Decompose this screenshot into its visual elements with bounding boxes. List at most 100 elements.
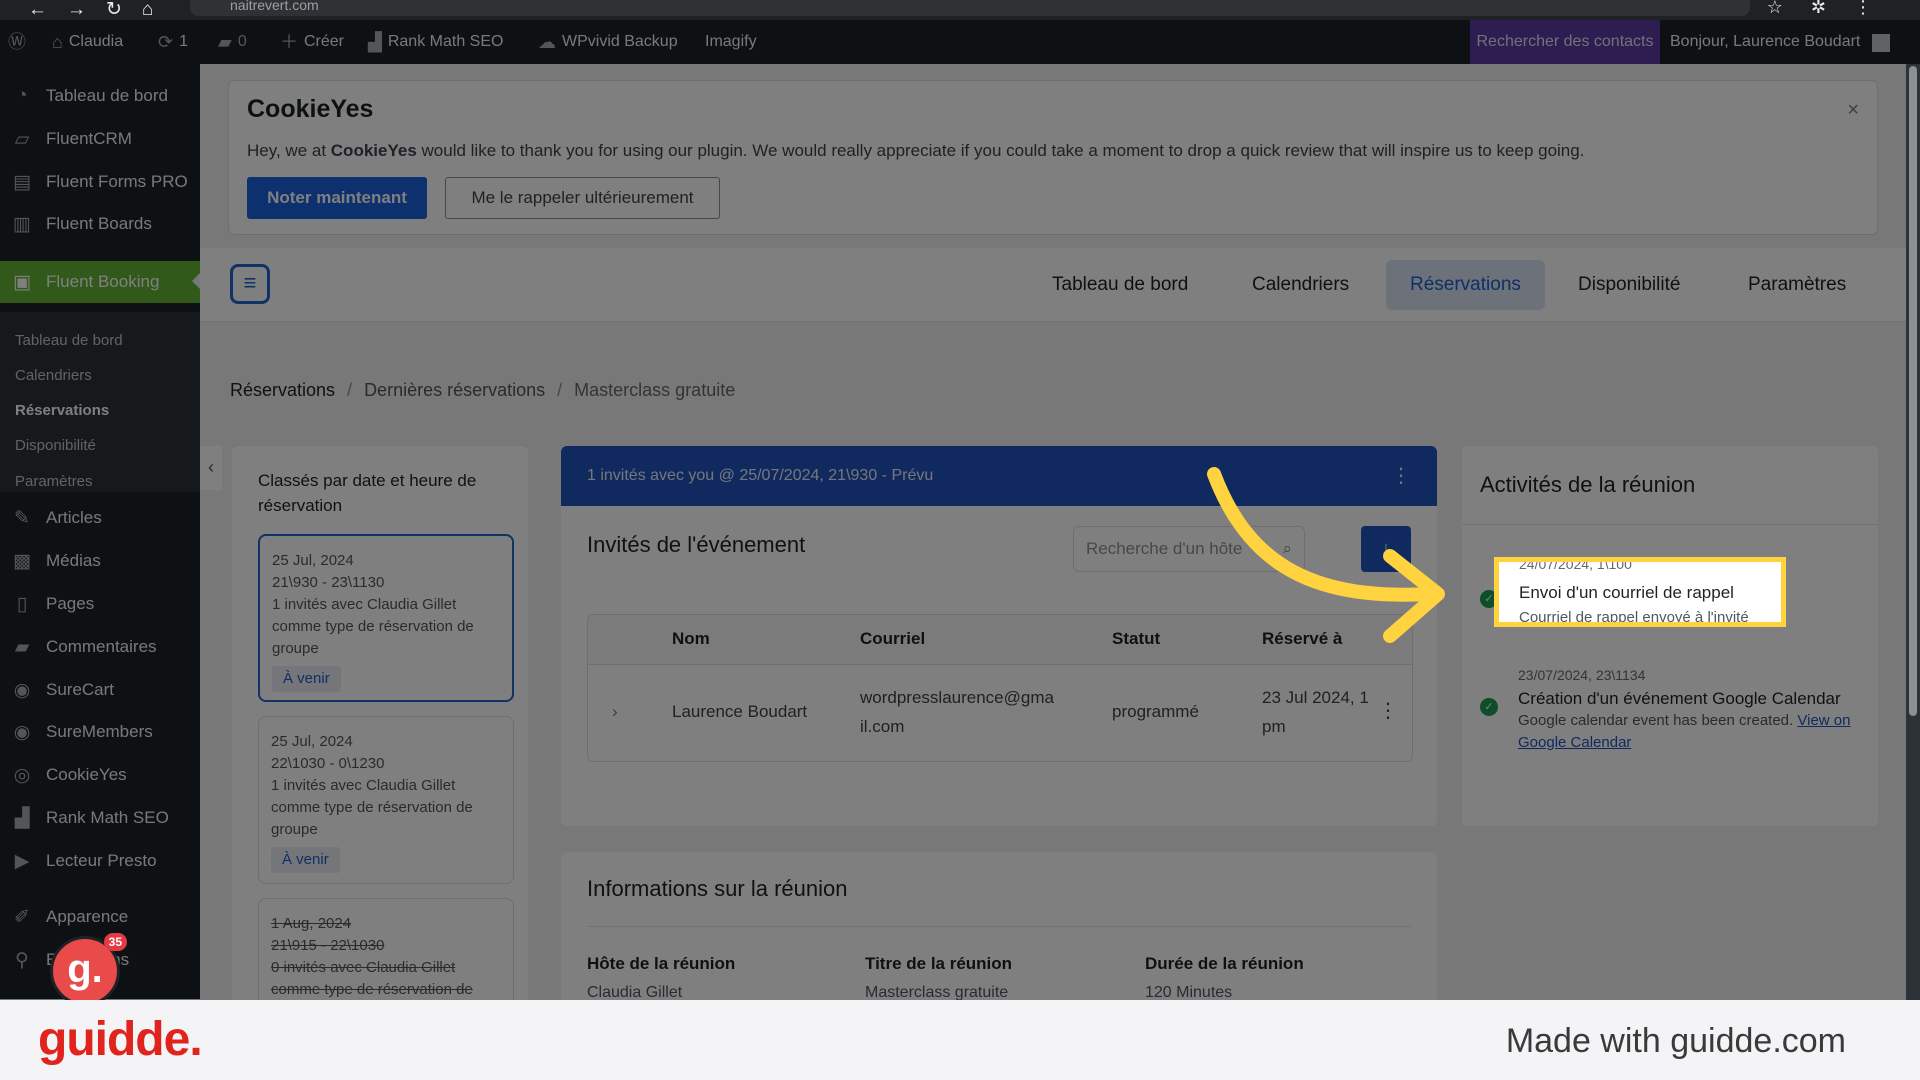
sidebar-item-rankmath[interactable]: ▟ Rank Math SEO — [0, 798, 200, 838]
cloud-icon: ☁ — [538, 32, 556, 52]
breadcrumb-latest[interactable]: Dernières réservations — [364, 380, 545, 400]
rate-now-button[interactable]: Noter maintenant — [247, 177, 427, 219]
booking-item[interactable]: 1 Aug, 2024 21\915 - 22\1030 0 invités a… — [258, 898, 514, 1006]
activities-title: Activités de la réunion — [1480, 472, 1696, 497]
address-bar[interactable]: naitrevert.com — [190, 0, 1750, 16]
submenu-dashboard[interactable]: Tableau de bord — [15, 332, 123, 349]
pointer-arrow-icon — [1207, 467, 1445, 643]
tab-availability[interactable]: Disponibilité — [1554, 260, 1704, 310]
browser-nav-icons[interactable]: ←→↻⌂ — [28, 0, 173, 21]
comment-icon: ▰ — [14, 636, 30, 658]
activity-item-highlighted[interactable]: 24/07/2024, 1\100 Envoi d'un courriel de… — [1494, 557, 1786, 627]
wpvivid-link[interactable]: ☁ WPvivid Backup — [538, 20, 678, 64]
rankmath-icon: ▟ — [14, 807, 30, 829]
sidebar-item-articles[interactable]: ✎ Articles — [0, 498, 200, 538]
meeting-info-title: Informations sur la réunion — [587, 876, 848, 901]
check-icon: ✓ — [1480, 698, 1498, 716]
user-greeting[interactable]: Bonjour, Laurence Boudart — [1670, 20, 1860, 64]
activity-item: 23/07/2024, 23\1134 Création d'un événem… — [1518, 667, 1851, 751]
sidebar-item-fluent-forms[interactable]: ▤ Fluent Forms PRO — [0, 162, 200, 202]
dashboard-icon: ◔ — [16, 85, 28, 106]
search-contacts-button[interactable]: Rechercher des contacts — [1470, 20, 1660, 64]
guest-name: Laurence Boudart — [672, 702, 808, 721]
sidebar-item-dashboard[interactable]: ◔ Tableau de bord — [0, 76, 200, 116]
appearance-icon: ✐ — [14, 906, 30, 928]
breadcrumb-current: Masterclass gratuite — [574, 380, 736, 400]
meeting-activities-panel: Activités de la réunion ✓ ✓ 23/07/2024, … — [1462, 446, 1878, 826]
booking-app-nav: ≡ Tableau de bord Calendriers Réservatio… — [200, 248, 1920, 322]
fluentcrm-icon: ▱ — [14, 128, 30, 150]
sidebar-item-media[interactable]: ▩ Médias — [0, 541, 200, 581]
row-actions-icon[interactable]: ⋮ — [1378, 697, 1398, 726]
plus-icon: ＋ — [280, 32, 298, 52]
submenu-settings[interactable]: Paramètres — [15, 473, 93, 490]
guest-status: programmé — [1112, 702, 1199, 721]
create-link[interactable]: ＋ Créer — [280, 20, 344, 64]
fluent-booking-logo-icon[interactable]: ≡ — [230, 264, 270, 304]
imagify-link[interactable]: Imagify — [705, 20, 757, 64]
breadcrumb: Réservations / Dernières réservations / Mast… — [230, 380, 736, 400]
refresh-icon: ⟳ — [158, 32, 174, 52]
page-scrollbar[interactable] — [1906, 64, 1920, 1000]
submenu-calendars[interactable]: Calendriers — [15, 367, 92, 384]
rankmath-link[interactable]: ▟ Rank Math SEO — [368, 20, 503, 64]
surecart-icon: ◉ — [13, 679, 31, 701]
submenu-reservations[interactable]: Réservations — [15, 402, 109, 419]
sidebar-item-pages[interactable]: ▯ Pages — [0, 584, 200, 624]
sidebar-item-fluent-booking[interactable]: ▣ Fluent Booking — [0, 261, 200, 303]
booking-item[interactable]: 25 Jul, 2024 22\1030 - 0\1230 1 invités … — [258, 716, 514, 884]
cookieyes-message: Hey, we at CookieYes would like to thank… — [247, 141, 1585, 160]
sidebar-item-fluent-boards[interactable]: ▥ Fluent Boards — [0, 204, 200, 244]
cookieyes-notice: CookieYes Hey, we at CookieYes would lik… — [228, 80, 1878, 235]
guidde-logo: guidde. — [38, 1013, 203, 1066]
sidebar-item-appearance[interactable]: ✐ Apparence — [0, 897, 200, 937]
meeting-info-panel: Informations sur la réunion Hôte de la r… — [561, 852, 1437, 1012]
tab-calendars[interactable]: Calendriers — [1228, 260, 1373, 310]
remind-later-button[interactable]: Me le rappeler ultérieurement — [445, 177, 720, 219]
comments-link[interactable]: ▰ 0 — [218, 20, 247, 64]
sidebar-item-cookieyes[interactable]: ◎ CookieYes — [0, 755, 200, 795]
tab-reservations[interactable]: Réservations — [1386, 260, 1545, 310]
sidebar-item-surecart[interactable]: ◉ SureCart — [0, 670, 200, 710]
tab-settings[interactable]: Paramètres — [1724, 260, 1870, 310]
updates-link[interactable]: ⟳ 1 — [158, 20, 188, 64]
pin-icon: ✎ — [14, 507, 30, 529]
booking-list-panel: Classés par date et heure de réservation… — [232, 446, 528, 1006]
breadcrumb-reservations[interactable]: Réservations — [230, 380, 335, 400]
guidde-avatar-badge[interactable]: g. 35 — [50, 933, 127, 1006]
made-with-text: Made with guidde.com — [1505, 1022, 1846, 1060]
browser-extension-icons[interactable]: ☆✲⋮ — [1767, 0, 1900, 18]
collapse-panel-button[interactable]: ‹ — [200, 446, 222, 490]
guidde-footer: guidde. Made with guidde.com — [0, 1000, 1920, 1080]
user-avatar[interactable] — [1872, 34, 1890, 52]
booking-submenu: Tableau de bord Calendriers Réservations… — [0, 312, 200, 492]
media-icon: ▩ — [13, 550, 31, 572]
suremembers-icon: ◉ — [13, 721, 31, 743]
admin-bar: Ⓦ ⌂ Claudia ⟳ 1 ▰ 0 ＋ Créer ▟ Rank Math SEO ☁… — [0, 20, 1920, 64]
sidebar-item-presto[interactable]: ▶ Lecteur Presto — [0, 841, 200, 881]
boards-icon: ▥ — [13, 213, 31, 235]
sidebar-item-fluentcrm[interactable]: ▱ FluentCRM — [0, 119, 200, 159]
forms-icon: ▤ — [13, 171, 31, 193]
submenu-availability[interactable]: Disponibilité — [15, 437, 96, 454]
status-badge: À venir — [272, 666, 341, 692]
sidebar-item-suremembers[interactable]: ◉ SureMembers — [0, 712, 200, 752]
admin-sidebar: ◔ Tableau de bord ▱ FluentCRM ▤ Fluent Form… — [0, 64, 200, 999]
status-badge: À venir — [271, 847, 340, 873]
comment-icon: ▰ — [218, 32, 232, 52]
tab-dashboard[interactable]: Tableau de bord — [1028, 260, 1212, 310]
event-guests-title: Invités de l'événement — [587, 532, 806, 557]
booking-list-header: Classés par date et heure de réservation — [258, 471, 477, 515]
presto-icon: ▶ — [14, 850, 30, 872]
expand-row-icon[interactable]: › — [612, 697, 618, 726]
close-icon[interactable]: × — [1847, 99, 1859, 122]
wordpress-logo-icon[interactable]: Ⓦ — [8, 20, 26, 64]
booking-item[interactable]: 25 Jul, 2024 21\930 - 23\1130 1 invités … — [258, 534, 514, 702]
site-name-link[interactable]: ⌂ Claudia — [52, 20, 123, 64]
guest-email: wordpresslaurence@gma il.com — [860, 688, 1054, 736]
plugins-icon: ⚲ — [15, 949, 29, 971]
browser-bar: ←→↻⌂ naitrevert.com ☆✲⋮ — [0, 0, 1920, 20]
sidebar-item-comments[interactable]: ▰ Commentaires — [0, 627, 200, 667]
cookieyes-icon: ◎ — [13, 764, 31, 786]
cookieyes-logo: CookieYes — [247, 95, 374, 123]
